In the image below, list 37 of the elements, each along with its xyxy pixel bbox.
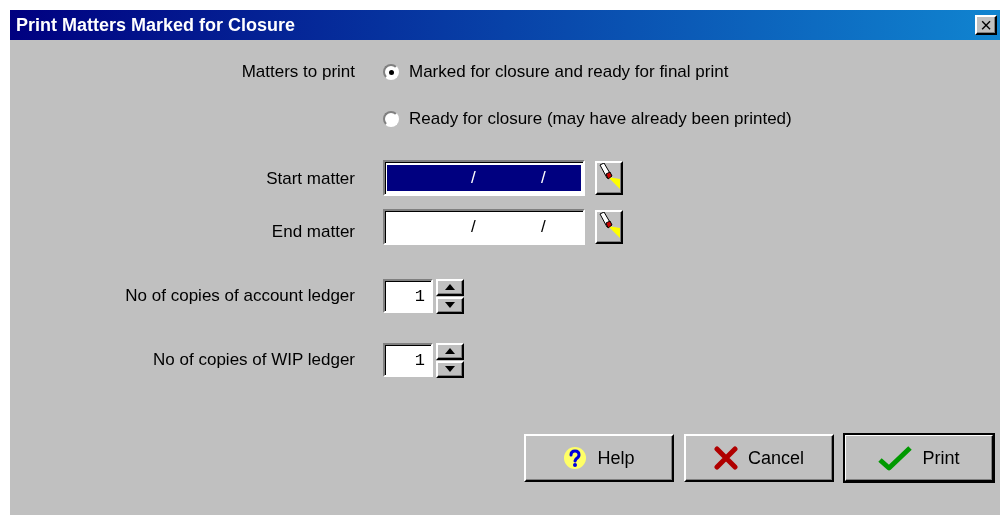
help-icon: [563, 446, 588, 470]
up-arrow-icon: [445, 348, 455, 354]
print-button[interactable]: Print: [844, 434, 994, 482]
number-field[interactable]: 1: [383, 279, 433, 313]
help-button[interactable]: Help: [524, 434, 674, 482]
down-arrow-icon: [445, 302, 455, 308]
spin-up-button[interactable]: [436, 278, 464, 296]
date-separator: /: [541, 217, 547, 237]
up-arrow-icon: [445, 284, 455, 290]
radio-label: Ready for closure (may have already been printed): [409, 109, 792, 129]
down-arrow-icon: [445, 366, 455, 372]
spin-down-button[interactable]: [436, 296, 464, 314]
cancel-button[interactable]: Cancel: [684, 434, 834, 482]
cross-icon: [714, 446, 738, 470]
number-field[interactable]: 1: [383, 343, 433, 377]
radio-label: Marked for closure and ready for final print: [409, 62, 729, 82]
close-button[interactable]: ×: [975, 15, 997, 35]
radio-option[interactable]: Ready for closure (may have already been printed): [383, 103, 792, 135]
field-label: End matter: [271, 221, 355, 242]
flashlight-icon: [598, 212, 620, 240]
field-label: Start matter: [266, 168, 355, 189]
field-label: Matters to print: [241, 62, 355, 82]
radio-option[interactable]: Marked for closure and ready for final print: [383, 56, 729, 88]
field-label: No of copies of WIP ledger: [153, 350, 355, 370]
date-field[interactable]: / /: [383, 160, 585, 196]
lookup-button[interactable]: [595, 210, 623, 244]
spin-up-button[interactable]: [436, 342, 464, 360]
flashlight-icon: [598, 163, 620, 191]
lookup-button[interactable]: [595, 161, 623, 195]
field-label: No of copies of account ledger: [125, 286, 355, 306]
spin-down-button[interactable]: [436, 360, 464, 378]
date-separator: /: [471, 168, 477, 188]
date-separator: /: [541, 168, 547, 188]
checkmark-icon: [878, 445, 913, 471]
date-separator: /: [471, 217, 477, 237]
window-title: Print Matters Marked for Closure: [16, 14, 296, 36]
date-field[interactable]: / /: [383, 209, 585, 245]
